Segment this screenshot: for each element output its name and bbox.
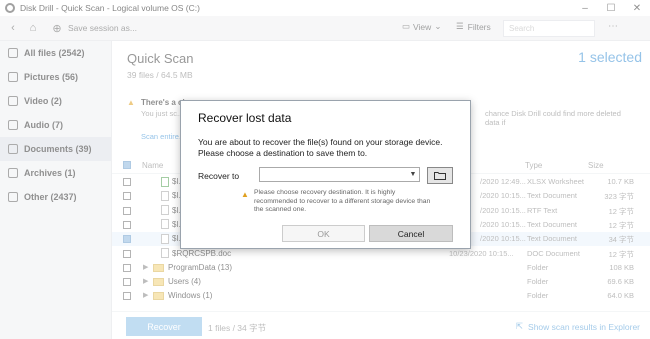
dialog-message: You are about to recover the file(s) fou… — [198, 137, 443, 158]
ok-button[interactable]: OK — [282, 225, 365, 242]
warning-icon: ▲ — [241, 190, 249, 199]
dialog-title: Recover lost data — [198, 111, 292, 125]
recover-dialog: Recover lost data You are about to recov… — [180, 100, 471, 249]
folder-icon — [434, 172, 446, 180]
recover-destination-select[interactable]: ▼ — [259, 167, 420, 182]
destination-warning: Please choose recovery destination. It i… — [254, 189, 431, 213]
cancel-button[interactable]: Cancel — [369, 225, 453, 242]
browse-folder-button[interactable] — [427, 167, 453, 184]
recover-to-label: Recover to — [198, 171, 240, 181]
chevron-down-icon: ▼ — [409, 171, 417, 178]
